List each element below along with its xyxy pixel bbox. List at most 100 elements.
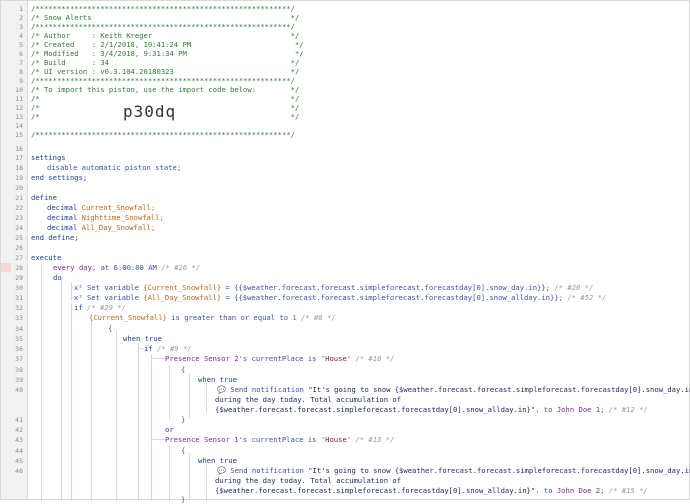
piston-code-editor: 1 2 3 4 5 6 7 8 9 10 11 12 13 14 15 16 17 18 19 20 21 22 23 24 2… [0, 0, 690, 504]
every-statement[interactable]: every day, at 6:00:00 AM /* #26 */ [53, 263, 200, 272]
line-number: 24 [15, 224, 23, 232]
indent-tick [151, 439, 165, 440]
line-number: 12 [15, 104, 23, 112]
line-number: 13 [15, 113, 23, 121]
line-number: 41 [15, 416, 23, 424]
line-number: 44 [15, 447, 23, 455]
line-number: 9 [19, 77, 23, 85]
line-number: 8 [19, 68, 23, 76]
line-number: 37 [15, 355, 23, 363]
settings-open: settings [31, 153, 66, 162]
indent-guide [71, 283, 72, 301]
indent-guide [169, 365, 170, 419]
indent-guide [169, 445, 170, 501]
line-number: 22 [15, 204, 23, 212]
if-statement-2[interactable]: if /* #9 */ [144, 344, 192, 353]
brace-open-2: { [181, 365, 186, 374]
indent-tick [151, 358, 165, 359]
line-number: 1 [19, 5, 23, 13]
header-title: /* Snow Alerts */ [31, 13, 300, 22]
when-true-3: when true [198, 456, 237, 465]
indent-guide [41, 263, 42, 501]
message-icon: 💬 [217, 385, 226, 394]
line-number: 33 [15, 314, 23, 322]
line-number: 6 [19, 50, 23, 58]
header-line-9: /***************************************… [31, 76, 295, 85]
define-open: define [31, 193, 57, 202]
define-var-3: decimal All_Day_Snowfall; [47, 223, 156, 232]
line-number: 42 [15, 426, 23, 434]
line-number: 36 [15, 345, 23, 353]
line-number: 35 [15, 335, 23, 343]
line-number: 31 [15, 294, 23, 302]
line-number: 7 [19, 59, 23, 67]
line-number: 34 [15, 325, 23, 333]
line-number: 18 [15, 164, 23, 172]
notification-1-text-3: {$weather.forecast.forecast.simpleforeca… [215, 405, 648, 414]
do-keyword: do [53, 273, 62, 282]
message-icon: 💬 [217, 466, 226, 475]
set-variable-2[interactable]: x² Set variable {All_Day_Snowfall} = {{$… [74, 293, 606, 302]
line-number: 39 [15, 376, 23, 384]
header-modified: /* Modified : 3/4/2018, 9:31:34 PM */ [31, 49, 304, 58]
header-build: /* Build : 34 */ [31, 58, 300, 67]
notification-2-text-3: {$weather.forecast.forecast.simpleforeca… [215, 486, 648, 495]
brace-open-1: { [108, 324, 113, 333]
header-author: /* Author : Keith Kreger */ [31, 31, 300, 40]
line-number: 38 [15, 366, 23, 374]
line-number: 20 [15, 184, 23, 192]
settings-line: disable automatic piston state; [47, 163, 182, 172]
line-number: 16 [15, 145, 23, 153]
line-number: 21 [15, 194, 23, 202]
line-number: 25 [15, 234, 23, 242]
line-number: 3 [19, 23, 23, 31]
indent-guide [138, 344, 139, 501]
indent-guide [61, 277, 62, 501]
define-var-1: decimal Current_Snowfall; [47, 203, 156, 212]
line-number: 46 [15, 467, 23, 475]
line-number: 17 [15, 154, 23, 162]
line-number: 2 [19, 14, 23, 22]
execute-open: execute [31, 253, 62, 262]
indent-guide [116, 331, 117, 501]
indent-guide [189, 373, 190, 419]
line-number: 30 [15, 284, 23, 292]
indent-guide [189, 453, 190, 501]
line-number: 43 [15, 436, 23, 444]
condition-3[interactable]: Presence Sensor 1's currentPlace is 'Hou… [165, 435, 394, 444]
notification-1-text-2: during the day today. Total accumulation… [215, 395, 402, 404]
line-number: 15 [15, 131, 23, 139]
indent-guide [206, 463, 207, 501]
header-created: /* Created : 2/1/2018, 10:41:24 PM */ [31, 40, 304, 49]
condition-1[interactable]: {Current_Snowfall} is greater than or eq… [89, 313, 336, 322]
settings-close: end settings; [31, 173, 88, 182]
if-statement-1[interactable]: if /* #29 */ [74, 303, 126, 312]
line-number: 19 [15, 174, 23, 182]
or-keyword: or [165, 425, 174, 434]
header-line-1: /***************************************… [31, 4, 295, 13]
define-close: end define; [31, 233, 79, 242]
line-number: 23 [15, 214, 23, 222]
set-variable-1[interactable]: x² Set variable {Current_Snowfall} = {{$… [74, 283, 593, 292]
when-true-2: when true [198, 375, 237, 384]
indent-guide [151, 354, 152, 501]
line-number: 32 [15, 304, 23, 312]
line-number: 29 [15, 274, 23, 282]
when-true-1: when true [123, 334, 162, 343]
header-import-note: /* To import this piston, use the import… [31, 85, 300, 94]
indent-guide [206, 383, 207, 413]
send-notification-1[interactable]: 💬 Send notification "It's going to snow … [217, 385, 690, 394]
indent-guide [91, 321, 92, 501]
send-notification-2[interactable]: 💬 Send notification "It's going to snow … [217, 466, 690, 475]
brace-close-2: } [181, 415, 186, 424]
header-ui-version: /* UI version : v0.3.104.20180323 */ [31, 67, 300, 76]
condition-2[interactable]: Presence Sensor 2's currentPlace is 'Hou… [165, 354, 394, 363]
line-number: 40 [15, 386, 23, 394]
define-var-2: decimal Nighttime_Snowfall; [47, 213, 164, 222]
import-code: p30dq [123, 102, 177, 121]
indent-guide [71, 303, 72, 501]
line-number: 45 [15, 457, 23, 465]
header-line-3: /***************************************… [31, 22, 295, 31]
line-number: 5 [19, 41, 23, 49]
line-number: 10 [15, 86, 23, 94]
